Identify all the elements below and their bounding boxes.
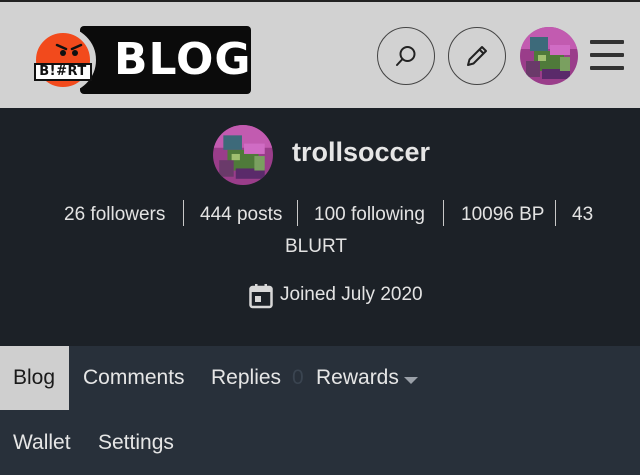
avatar-image [213,125,273,185]
search-icon [396,46,416,66]
tab-blog[interactable]: Blog [0,346,69,410]
user-avatar-button[interactable] [520,27,578,85]
menu-line [590,40,624,44]
tab-settings[interactable]: Settings [98,429,174,457]
blurt-blog-logo[interactable]: B!#RT BLOG [30,26,251,94]
pencil-icon [467,46,487,66]
stat-divider [183,200,184,226]
calendar-icon [249,284,273,309]
menu-line [590,53,624,57]
logo-text: BLOG [114,34,252,85]
blurt-balance-unit: BLURT [285,236,347,257]
replies-count-badge: 0 [292,366,304,389]
posts-count: 444 posts [200,204,283,225]
blurt-balance-amount: 43 [572,204,594,225]
joined-text: Joined July 2020 [280,284,423,305]
tab-label: Blog [13,366,56,389]
search-button[interactable] [377,27,435,85]
top-header: B!#RT BLOG [0,0,640,108]
stat-divider [555,200,556,226]
chevron-down-icon[interactable] [404,377,418,384]
logo-emblem [30,27,96,93]
avatar-image [520,27,578,85]
tab-comments[interactable]: Comments [83,364,185,392]
hamburger-menu-icon[interactable] [590,40,624,70]
profile-avatar [213,125,273,185]
blurt-power: 10096 BP [461,204,545,225]
menu-line [590,66,624,70]
profile-header: trollsoccer 26 followers 444 posts 100 f… [0,108,640,346]
stat-divider [443,200,444,226]
new-post-button[interactable] [448,27,506,85]
tab-rewards[interactable]: Rewards [316,364,399,392]
tab-wallet[interactable]: Wallet [13,429,71,457]
profile-tabs: Blog Comments Replies 0 Rewards Wallet S… [0,346,640,475]
angry-face-icon [55,43,83,56]
profile-username: trollsoccer [292,137,431,167]
tab-replies[interactable]: Replies [211,364,281,392]
followers-link[interactable]: 26 followers [64,202,165,228]
following-link[interactable]: 100 following [314,202,425,228]
stat-divider [297,200,298,226]
logo-brand-text: B!#RT [34,63,92,81]
